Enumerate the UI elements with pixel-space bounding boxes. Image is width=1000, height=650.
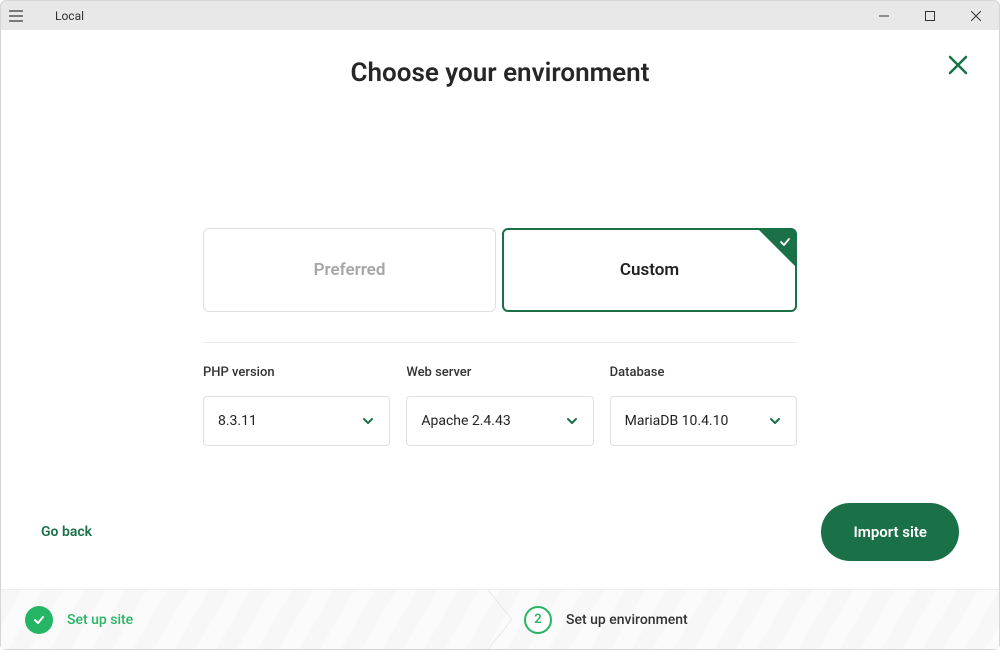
step-number: 2 (524, 606, 552, 634)
tile-preferred[interactable]: Preferred (203, 228, 496, 312)
chevron-down-icon (565, 414, 579, 428)
close-icon (971, 11, 981, 21)
database-select[interactable]: MariaDB 10.4.10 (610, 396, 797, 446)
tile-label: Custom (620, 260, 679, 280)
close-dialog-button[interactable] (947, 54, 969, 80)
field-web-server: Web server Apache 2.4.43 (406, 365, 593, 446)
field-label: PHP version (203, 365, 390, 380)
window-controls (861, 1, 999, 30)
step-label: Set up environment (566, 612, 688, 628)
import-site-button[interactable]: Import site (821, 503, 959, 561)
divider (203, 342, 797, 343)
environment-fields: PHP version 8.3.11 Web server Apache 2.4… (203, 365, 797, 446)
titlebar: Local (0, 0, 1000, 30)
tile-custom[interactable]: Custom (502, 228, 797, 312)
bottom-actions: Go back Import site (1, 503, 999, 589)
tile-label: Preferred (314, 260, 386, 280)
minimize-button[interactable] (861, 1, 907, 30)
web-server-select[interactable]: Apache 2.4.43 (406, 396, 593, 446)
stepper: Set up site 2 Set up environment (1, 589, 999, 649)
main-content: Choose your environment Preferred Custom… (1, 30, 999, 503)
step-done-icon (25, 606, 53, 634)
minimize-icon (879, 11, 889, 21)
close-icon (947, 54, 969, 76)
app-frame: Choose your environment Preferred Custom… (0, 30, 1000, 650)
select-value: MariaDB 10.4.10 (625, 413, 729, 429)
maximize-icon (925, 11, 935, 21)
field-database: Database MariaDB 10.4.10 (610, 365, 797, 446)
page-title: Choose your environment (351, 58, 650, 88)
close-window-button[interactable] (953, 1, 999, 30)
check-icon (779, 233, 791, 253)
select-value: 8.3.11 (218, 413, 257, 429)
step-setup-environment: 2 Set up environment (500, 606, 999, 634)
php-version-select[interactable]: 8.3.11 (203, 396, 390, 446)
select-value: Apache 2.4.43 (421, 413, 510, 429)
chevron-down-icon (768, 414, 782, 428)
step-label: Set up site (67, 612, 133, 628)
field-php: PHP version 8.3.11 (203, 365, 390, 446)
go-back-button[interactable]: Go back (41, 524, 92, 540)
step-setup-site: Set up site (1, 606, 500, 634)
field-label: Database (610, 365, 797, 380)
window-title: Local (55, 9, 84, 23)
environment-tiles: Preferred Custom (203, 228, 797, 312)
maximize-button[interactable] (907, 1, 953, 30)
field-label: Web server (406, 365, 593, 380)
chevron-down-icon (361, 414, 375, 428)
menu-button[interactable] (1, 10, 31, 22)
hamburger-icon (9, 10, 23, 22)
